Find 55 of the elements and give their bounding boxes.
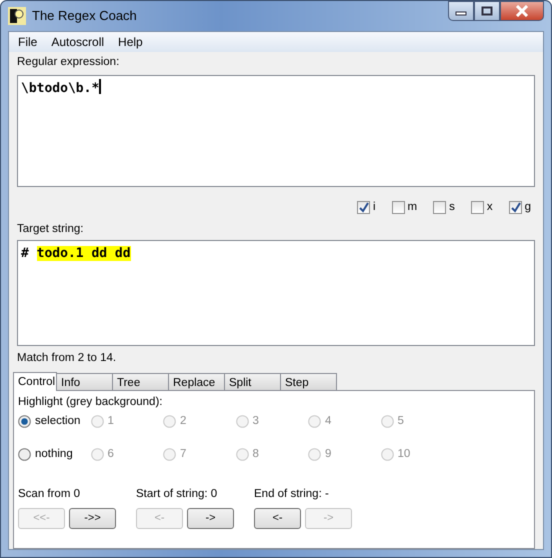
radio-label: 8 [252, 446, 259, 462]
tab[interactable]: Tree [112, 373, 169, 390]
target-text: # todo.1 dd dd [21, 246, 131, 261]
field-label: Target string: [17, 222, 84, 236]
tab[interactable]: Control [13, 372, 57, 391]
menu-item[interactable]: File [11, 33, 44, 51]
regex-text: \btodo\b.* [21, 81, 100, 96]
minimize-button[interactable] [448, 1, 474, 21]
tab[interactable]: Replace [168, 373, 225, 390]
checkbox[interactable] [433, 201, 446, 214]
radio-label: 9 [325, 446, 332, 462]
step-button[interactable]: <- [254, 508, 301, 528]
radio-label: selection [35, 414, 80, 429]
radio-label: 6 [108, 446, 114, 462]
app-icon [8, 7, 26, 25]
checkbox-label: g [524, 200, 531, 216]
target-field[interactable]: # todo.1 dd dd [17, 240, 535, 346]
close-button[interactable] [500, 1, 544, 21]
maximize-button[interactable] [474, 1, 500, 21]
group-label: Highlight (grey background): [18, 395, 164, 410]
control-label: Scan from 0 [18, 487, 81, 502]
radio-label: 10 [398, 446, 410, 462]
tab[interactable]: Info [56, 373, 113, 390]
checkbox-label: m [408, 200, 418, 216]
field-label: Regular expression: [17, 55, 120, 70]
tab[interactable]: Split [224, 373, 281, 390]
window-title: The Regex Coach [32, 7, 137, 26]
checkbox[interactable] [356, 201, 370, 214]
close-icon [515, 5, 529, 17]
radio-label: 7 [180, 446, 186, 462]
menu-item[interactable]: Help [111, 33, 150, 51]
maximize-icon [481, 6, 493, 16]
radio-label: nothing [35, 446, 73, 462]
control-label: Start of string: 0 [136, 487, 218, 502]
radio-label: 2 [180, 414, 186, 429]
step-button[interactable]: -> [187, 508, 234, 528]
radio-label: 3 [252, 414, 259, 429]
checkbox[interactable] [470, 201, 484, 214]
radio-label: 1 [108, 414, 114, 429]
text-cursor [99, 79, 102, 94]
checkbox-label: x [486, 200, 493, 216]
checkbox-label: s [449, 200, 455, 216]
radio-button[interactable] [18, 414, 31, 428]
checkbox[interactable] [392, 201, 404, 214]
step-button[interactable]: ->> [69, 508, 116, 528]
menu-item[interactable]: Autoscroll [44, 33, 112, 51]
radio-button[interactable] [18, 448, 31, 461]
checkbox[interactable] [508, 201, 522, 214]
radio-label: 5 [398, 414, 404, 429]
radio-label: 4 [325, 414, 332, 429]
match-info: Match from 2 to 14. [17, 350, 118, 366]
control-label: End of string: - [254, 487, 330, 502]
checkbox-label: i [372, 200, 376, 216]
regex-field[interactable]: \btodo\b.* [17, 75, 535, 188]
tab[interactable]: Step [280, 373, 337, 390]
